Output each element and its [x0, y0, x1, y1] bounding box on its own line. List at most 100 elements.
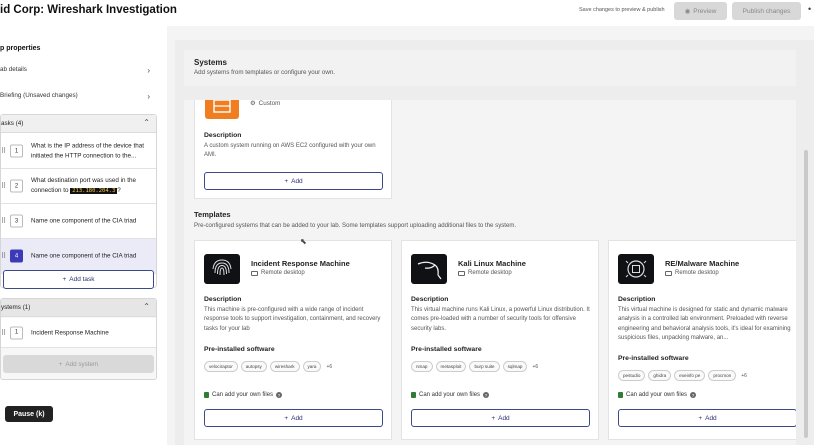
description-heading: Description — [204, 132, 242, 139]
drag-handle-icon[interactable]: ⠿ — [1, 182, 6, 190]
systems-scroll-area[interactable]: ⚙ Custom Description A custom system run… — [184, 100, 796, 445]
pause-button[interactable]: Pause (k) — [5, 406, 53, 422]
info-icon[interactable]: ? — [483, 392, 490, 398]
task-number: 3 — [10, 214, 23, 228]
plus-icon: + — [58, 360, 63, 368]
software-tag: burp suite — [469, 361, 500, 372]
save-hint: Save changes to preview & publish — [579, 7, 665, 13]
tasks-header[interactable]: asks (4) ⌃ — [1, 115, 156, 133]
system-text: Incident Response Machine — [31, 328, 109, 336]
add-system-label: Add system — [65, 360, 99, 368]
publish-label: Publish changes — [742, 7, 791, 15]
eye-icon: ◉ — [684, 8, 691, 15]
fingerprint-icon — [204, 254, 240, 284]
drag-handle-icon[interactable]: ⠿ — [1, 329, 6, 337]
software-tags: velociraptor autopsy wireshark yara +6 — [204, 361, 332, 372]
template-kind: Remote desktop — [251, 270, 305, 276]
template-name: RE/Malware Machine — [665, 259, 740, 268]
add-label: Add — [291, 414, 303, 422]
custom-badge-label: Custom — [258, 100, 281, 107]
systems-heading: Systems Add systems from templates or co… — [184, 50, 796, 86]
add-template-button[interactable]: + Add — [204, 409, 383, 427]
custom-system-card: ⚙ Custom Description A custom system run… — [194, 100, 392, 199]
systems-title: Systems — [194, 58, 227, 67]
software-tag: pestudio — [618, 370, 646, 381]
own-files-note: Can add your own files ? — [618, 392, 697, 398]
system-row[interactable]: ⠿ 1 Incident Response Machine — [1, 318, 156, 348]
briefing-link[interactable]: Briefing (Unsaved changes) › — [0, 92, 157, 106]
description-text: This machine is pre-configured with a wi… — [204, 307, 381, 332]
main-panel: Systems Add systems from templates or co… — [175, 40, 814, 445]
software-tag: sqlmap — [502, 361, 528, 372]
template-kind-label: Remote desktop — [261, 270, 305, 276]
kali-dragon-icon — [411, 254, 447, 284]
lab-details-link[interactable]: ab details › — [0, 66, 157, 80]
add-label: Add — [291, 177, 303, 185]
monitor-icon — [665, 270, 672, 276]
task-number: 4 — [10, 249, 23, 263]
software-tag: yara — [302, 361, 322, 372]
add-template-button[interactable]: + Add — [411, 409, 590, 427]
task-text: What destination port was used in the co… — [31, 176, 153, 196]
task-row[interactable]: ⠿ 3 Name one component of the CIA triad — [1, 204, 156, 239]
task-number: 2 — [10, 179, 23, 193]
own-files-note: Can add your own files ? — [411, 392, 490, 398]
description-heading: Description — [204, 296, 242, 303]
add-system-button[interactable]: + Add system — [3, 355, 154, 373]
own-files-note: Can add your own files ? — [204, 392, 283, 398]
drag-handle-icon[interactable]: ⠿ — [1, 217, 6, 225]
task-text: Name one component of the CIA triad — [31, 217, 137, 225]
more-tags-count: +6 — [532, 363, 539, 370]
ip-highlight: 213.180.204.3 — [70, 187, 118, 194]
systems-subtitle: Add systems from templates or configure … — [194, 69, 335, 76]
task-row[interactable]: ⠿ 1 What is the IP address of the device… — [1, 134, 156, 169]
task-row-selected[interactable]: ⠿ 4 Name one component of the CIA triad — [1, 239, 156, 274]
task-text: What is the IP address of the device tha… — [31, 142, 144, 160]
mouse-cursor-icon: ⬉ — [300, 237, 307, 246]
add-task-button[interactable]: + Add task — [3, 270, 154, 289]
drag-handle-icon[interactable]: ⠿ — [1, 252, 6, 260]
file-icon — [411, 392, 416, 398]
info-icon[interactable]: ? — [276, 392, 283, 398]
plus-icon: + — [62, 276, 67, 283]
scrollbar[interactable] — [804, 150, 808, 438]
templates-subtitle: Pre-configured systems that can be added… — [194, 222, 517, 229]
add-template-button[interactable]: + Add — [618, 409, 796, 427]
plus-icon: + — [698, 414, 703, 422]
template-kind: Remote desktop — [458, 270, 512, 276]
add-label: Add — [498, 414, 510, 422]
template-kind-label: Remote desktop — [468, 270, 512, 276]
page-title: id Corp: Wireshark Investigation — [0, 4, 177, 16]
description-heading: Description — [411, 296, 449, 303]
drag-handle-icon[interactable]: ⠿ — [1, 147, 6, 155]
systems-header[interactable]: ystems (1) ⌃ — [1, 299, 156, 317]
more-icon[interactable]: • — [808, 4, 811, 14]
software-heading: Pre-installed software — [618, 355, 689, 362]
info-icon[interactable]: ? — [690, 392, 697, 398]
chevron-up-icon: ⌃ — [143, 302, 150, 311]
software-tag: nmap — [411, 361, 433, 372]
plus-icon: + — [284, 177, 289, 185]
software-tags: nmap metasploit burp suite sqlmap +6 — [411, 361, 538, 372]
software-tags: pestudio ghidra exeinfo pe procmon +6 — [618, 370, 747, 381]
software-tag: procmon — [708, 370, 737, 381]
briefing-label: Briefing (Unsaved changes) — [0, 92, 78, 99]
top-bar: id Corp: Wireshark Investigation Save ch… — [0, 0, 814, 26]
preview-button[interactable]: ◉ Preview — [674, 2, 727, 20]
description-heading: Description — [618, 296, 656, 303]
custom-server-icon — [205, 100, 239, 119]
plus-icon: + — [491, 414, 496, 422]
software-tag: ghidra — [648, 370, 672, 381]
software-heading: Pre-installed software — [411, 346, 482, 353]
publish-button[interactable]: Publish changes — [732, 2, 801, 20]
own-files-label: Can add your own files — [626, 392, 688, 398]
chevron-right-icon: › — [147, 92, 150, 101]
software-heading: Pre-installed software — [204, 346, 275, 353]
systems-header-label: ystems (1) — [1, 304, 31, 311]
gear-icon: ⚙ — [250, 100, 256, 107]
add-custom-button[interactable]: + Add — [204, 172, 383, 190]
software-tag: exeinfo pe — [674, 370, 706, 381]
plus-icon: + — [284, 414, 289, 422]
task-row[interactable]: ⠿ 2 What destination port was used in th… — [1, 169, 156, 204]
description-text: A custom system running on AWS EC2 confi… — [204, 143, 376, 159]
